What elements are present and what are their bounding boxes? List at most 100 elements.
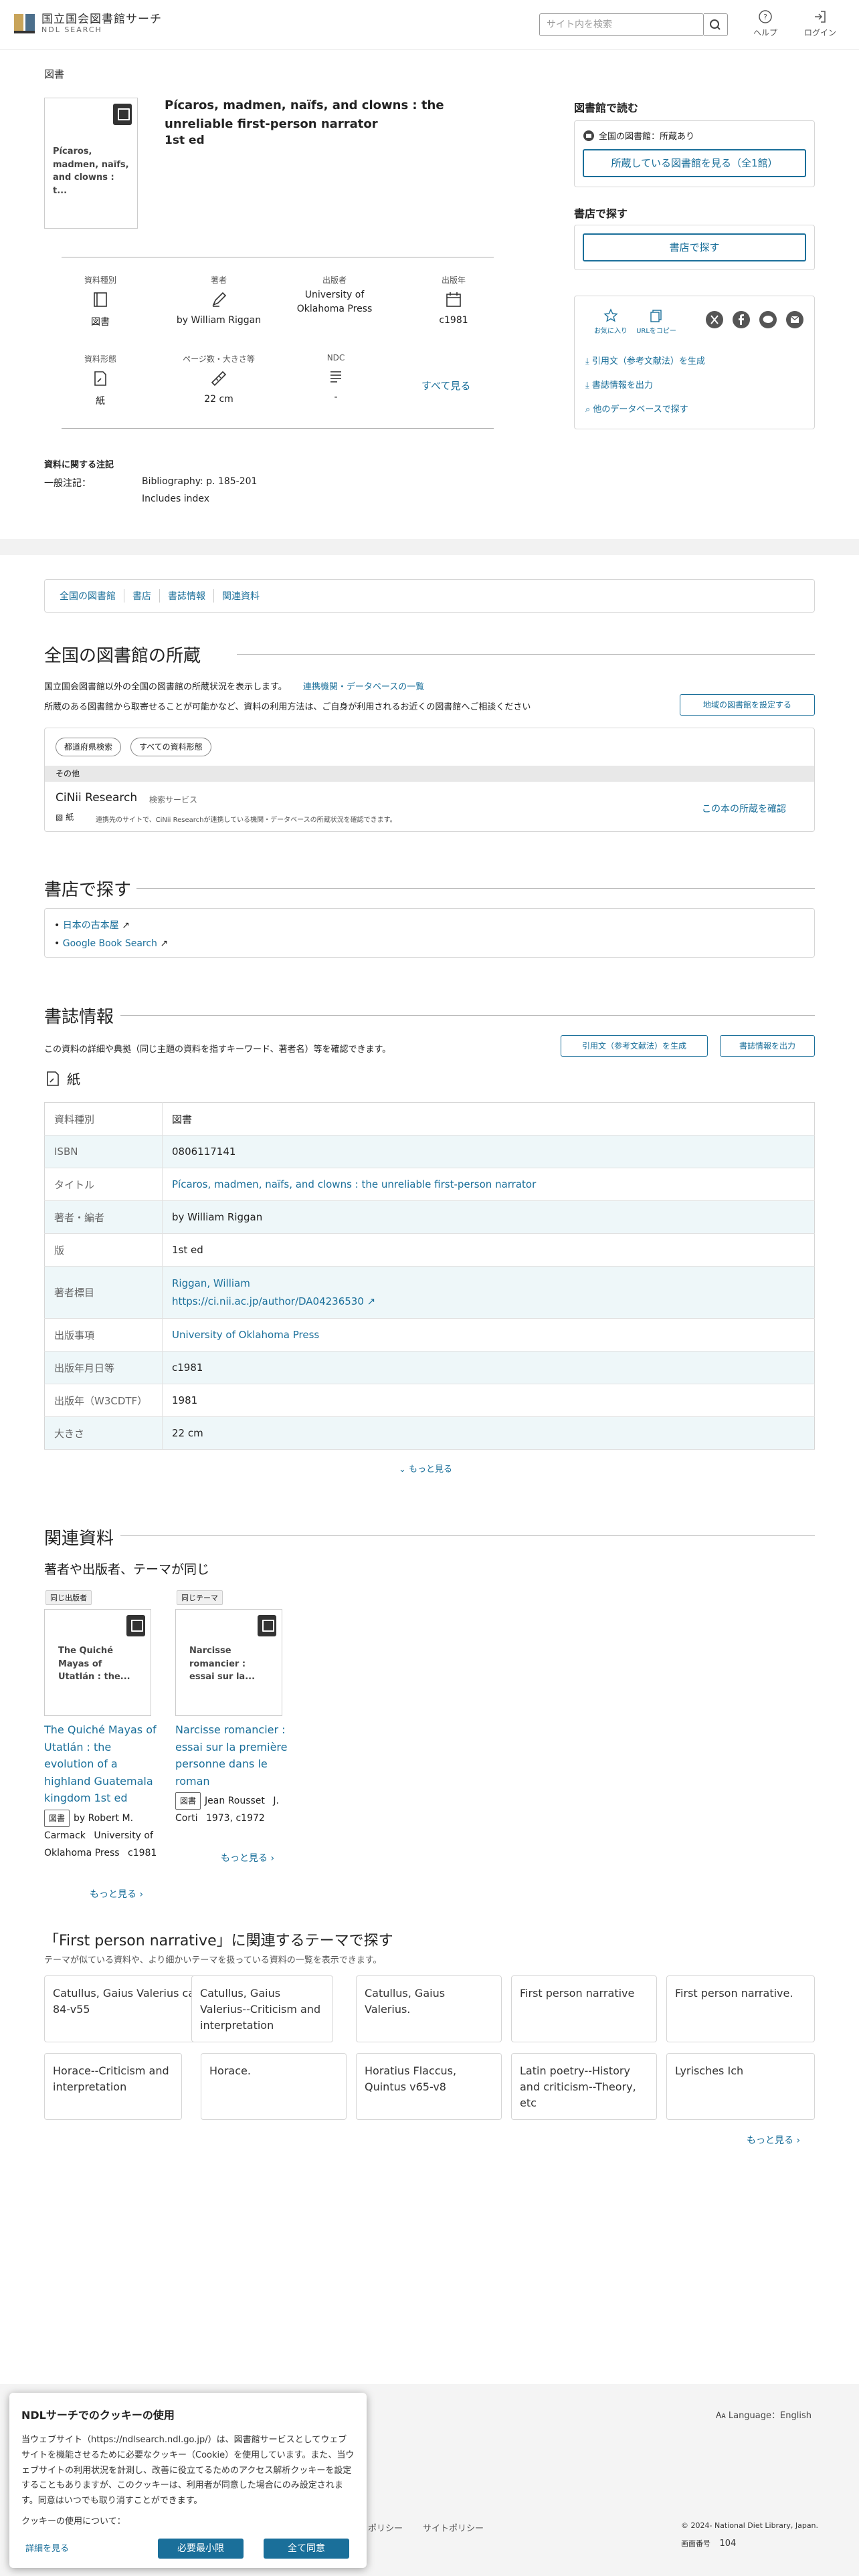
line-icon[interactable] [759, 311, 777, 328]
table-row: 出版事項 University of Oklahoma Press [44, 1318, 815, 1352]
cite-button[interactable]: 引用文（参考文献法）を生成 [561, 1035, 708, 1057]
meta-label: 出版者 [322, 276, 347, 285]
site-header: 国立国会図書館サーチ NDL SEARCH サイト内を検索 ? ヘルプ ログイン [0, 0, 859, 49]
related-heading: 関連資料 [44, 1529, 114, 1549]
related-thumbnail[interactable]: Narcisse romancier : essai sur la... [175, 1609, 282, 1716]
cite-link[interactable]: ⤓ 引用文（参考文献法）を生成 [585, 354, 705, 366]
meta-value: University of Oklahoma Press [296, 290, 373, 314]
ndl-logo-icon[interactable] [12, 11, 39, 37]
logo-title[interactable]: 国立国会図書館サーチ [41, 9, 162, 26]
theme-card[interactable]: Horace. [201, 2053, 347, 2120]
facebook-icon[interactable] [733, 311, 750, 328]
cookie-about: クッキーの使用について： [21, 2516, 126, 2527]
theme-card[interactable]: Catullus, Gaius Valerius--Criticism and … [191, 1975, 333, 2042]
material-tag: 図書 [44, 1810, 70, 1828]
related-title-link[interactable]: The Quiché Mayas of Utatlán : the evolut… [44, 1721, 158, 1807]
theme-card[interactable]: First person narrative. [666, 1975, 815, 2042]
cookie-accept-all-button[interactable]: 全て同意 [264, 2539, 349, 2559]
cinii-format: ▧ 紙 [56, 811, 74, 823]
tab-related[interactable]: 関連資料 [214, 589, 268, 603]
mail-icon[interactable] [786, 311, 803, 328]
library-icon [583, 130, 594, 141]
see-all-link[interactable]: すべて見る [421, 379, 470, 393]
cookie-minimum-button[interactable]: 必要最小限 [158, 2539, 244, 2559]
theme-card[interactable]: Horace--Criticism and interpretation [44, 2053, 182, 2120]
bib-title-link[interactable]: Pícaros, madmen, naïfs, and clowns : the… [172, 1178, 536, 1190]
related-more-link[interactable]: もっと見る › [221, 1851, 274, 1864]
bib-more-link[interactable]: ⌄ もっと見る [399, 1462, 452, 1475]
store-link-kosho[interactable]: • 日本の古本屋 ↗ [54, 918, 130, 932]
meta-label: 資料種別 [84, 276, 116, 285]
meta-value: 紙 [96, 396, 105, 407]
theme-card[interactable]: First person narrative [511, 1975, 657, 2042]
related-year: 1973, c1972 [205, 1812, 265, 1824]
meta-label: ページ数・大きさ等 [183, 354, 255, 364]
help-label: ヘルプ [753, 28, 777, 37]
format-filter[interactable]: すべての資料形態 [130, 738, 211, 756]
heading-rule [120, 1015, 815, 1016]
other-db-link[interactable]: ⌕ 他のデータベースで探す [585, 402, 688, 415]
table-row: タイトル Pícaros, madmen, naïfs, and clowns :… [44, 1168, 815, 1201]
cookie-details-link[interactable]: 詳細を見る [25, 2541, 69, 2554]
meta-size: ページ数・大きさ等 22 cm [169, 353, 269, 405]
author-heading-link[interactable]: Riggan, William [172, 1277, 250, 1289]
tab-bibliography[interactable]: 書誌情報 [160, 589, 214, 603]
tab-stores[interactable]: 書店 [124, 589, 160, 603]
related-title-link[interactable]: Narcisse romancier : essai sur la premiè… [175, 1721, 289, 1790]
theme-card[interactable]: Catullus, Gaius Valerius. [356, 1975, 502, 2042]
favorite-button[interactable]: お気に入り [591, 308, 631, 335]
store-panel: 書店で探す [574, 225, 815, 270]
item-title: Pícaros, madmen, naïfs, and clowns : the… [165, 98, 444, 131]
search-button[interactable] [704, 13, 728, 36]
help-button[interactable]: ? ヘルプ [745, 9, 785, 38]
bib-key: 版 [44, 1233, 163, 1267]
meta-label: 出版年 [441, 276, 466, 285]
notes-heading: 資料に関する注記 [44, 460, 114, 470]
publisher-link[interactable]: University of Oklahoma Press [172, 1329, 319, 1341]
theme-card[interactable]: Lyrisches Ich [666, 2053, 815, 2120]
view-libraries-button[interactable]: 所蔵している図書館を見る（全1館） [583, 149, 806, 177]
meta-value: by William Riggan [176, 315, 262, 326]
screen-number: 画面番号 104 [681, 2538, 736, 2549]
login-button[interactable]: ログイン [800, 9, 840, 38]
meta-year: 出版年 c1981 [420, 274, 487, 326]
store-link-label: Google Book Search [62, 938, 157, 949]
star-icon [603, 308, 618, 322]
related-more-link[interactable]: もっと見る › [90, 1887, 143, 1901]
meta-value: 22 cm [204, 394, 233, 405]
x-share-icon[interactable] [706, 311, 723, 328]
related-meta: 図書 by Robert M. Carmack University of Okl… [44, 1810, 158, 1862]
store-link-google[interactable]: • Google Book Search ↗ [54, 938, 168, 949]
export-button[interactable]: 書誌情報を出力 [720, 1035, 815, 1057]
theme-card[interactable]: Latin poetry--History and criticism--The… [511, 2053, 657, 2120]
footer-link[interactable]: ポリシー [368, 2521, 403, 2534]
holdings-desc-1: 国立国会図書館以外の全国の図書館の所蔵状況を表示します。 連携機関・データベース… [44, 679, 424, 692]
meta-material-type: 資料種別 図書 [67, 274, 134, 328]
tab-libraries[interactable]: 全国の図書館 [52, 589, 124, 603]
theme-card[interactable]: Horatius Flaccus, Quintus v65-v8 [356, 2053, 502, 2120]
export-link[interactable]: ⤓ 書誌情報を出力 [585, 378, 653, 391]
language-label: Language：English [728, 2411, 812, 2421]
prefecture-filter[interactable]: 都道府県検索 [56, 738, 122, 756]
bib-value: 0806117141 [162, 1135, 815, 1168]
book-icon [113, 104, 132, 125]
bib-key: 著者標目 [44, 1266, 163, 1319]
related-thumbnail[interactable]: The Quiché Mayas of Utatlán : the... [44, 1609, 151, 1716]
cinii-author-link[interactable]: https://ci.nii.ac.jp/author/DA04236530 [172, 1295, 364, 1307]
set-region-button[interactable]: 地域の図書館を設定する [680, 694, 815, 716]
cookie-title: NDLサーチでのクッキーの使用 [21, 2409, 175, 2422]
check-holding-link[interactable]: この本の所蔵を確認 [702, 802, 786, 815]
library-status-text: 全国の図書館：所蔵あり [599, 132, 695, 142]
themes-desc: テーマが似ている資料や、より細かいテーマを扱っている資料の一覧を表示できます。 [44, 1955, 382, 1965]
themes-more-link[interactable]: もっと見る › [747, 2133, 800, 2147]
footer-link[interactable]: サイトポリシー [423, 2521, 484, 2534]
copy-url-button[interactable]: URLをコピー [636, 308, 676, 335]
thumbnail-title: Pícaros, madmen, naïfs, and clowns : t..… [53, 146, 129, 196]
search-store-button[interactable]: 書店で探す [583, 233, 806, 261]
meta-value: 図書 [91, 317, 110, 328]
heading-rule [136, 888, 815, 889]
partner-list-link[interactable]: 連携機関・データベースの一覧 [303, 682, 424, 692]
holdings-panel: 都道府県検索 すべての資料形態 その他 CiNii Research 検索サービ… [44, 728, 815, 832]
search-input[interactable]: サイト内を検索 [539, 13, 704, 36]
language-switch[interactable]: 🗛 Language：English [716, 2408, 812, 2421]
